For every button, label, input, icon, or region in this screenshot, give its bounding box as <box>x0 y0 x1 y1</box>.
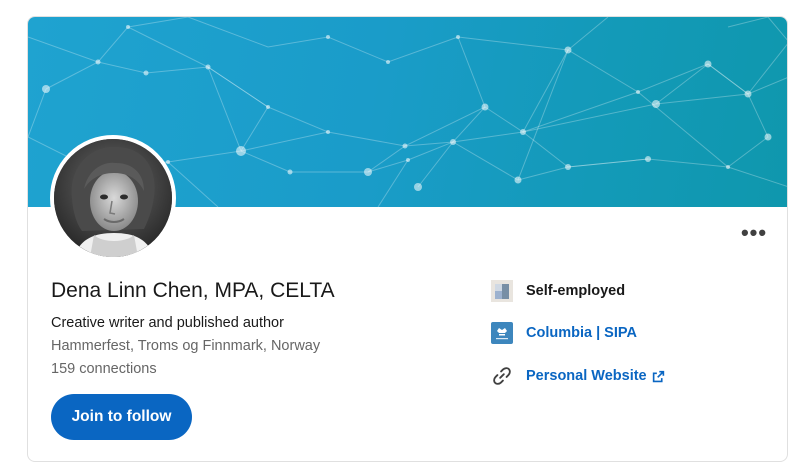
school-logo-icon <box>491 322 513 344</box>
join-to-follow-button[interactable]: Join to follow <box>51 394 192 440</box>
sidebar-item-website[interactable]: Personal Website <box>491 365 665 387</box>
profile-location: Hammerfest, Troms og Finnmark, Norway <box>51 338 321 354</box>
connections-count: 159 connections <box>51 361 157 377</box>
external-link-icon <box>652 370 665 383</box>
avatar[interactable] <box>50 135 176 261</box>
company-logo-icon <box>491 280 513 302</box>
sidebar-item-label: Self-employed <box>526 283 626 299</box>
more-options-button[interactable]: ••• <box>736 219 772 247</box>
profile-name: Dena Linn Chen, MPA, CELTA <box>51 279 335 302</box>
link-icon <box>491 365 513 387</box>
sidebar-item-education[interactable]: Columbia | SIPA <box>491 322 637 344</box>
sidebar-item-label: Columbia | SIPA <box>526 325 637 341</box>
sidebar-item-label: Personal Website <box>526 368 647 384</box>
profile-card: ••• Dena Linn Chen, MPA, CELTA Creative … <box>27 16 788 462</box>
sidebar-item-current-company[interactable]: Self-employed <box>491 280 625 302</box>
profile-headline: Creative writer and published author <box>51 315 284 331</box>
profile-photo <box>54 139 172 257</box>
